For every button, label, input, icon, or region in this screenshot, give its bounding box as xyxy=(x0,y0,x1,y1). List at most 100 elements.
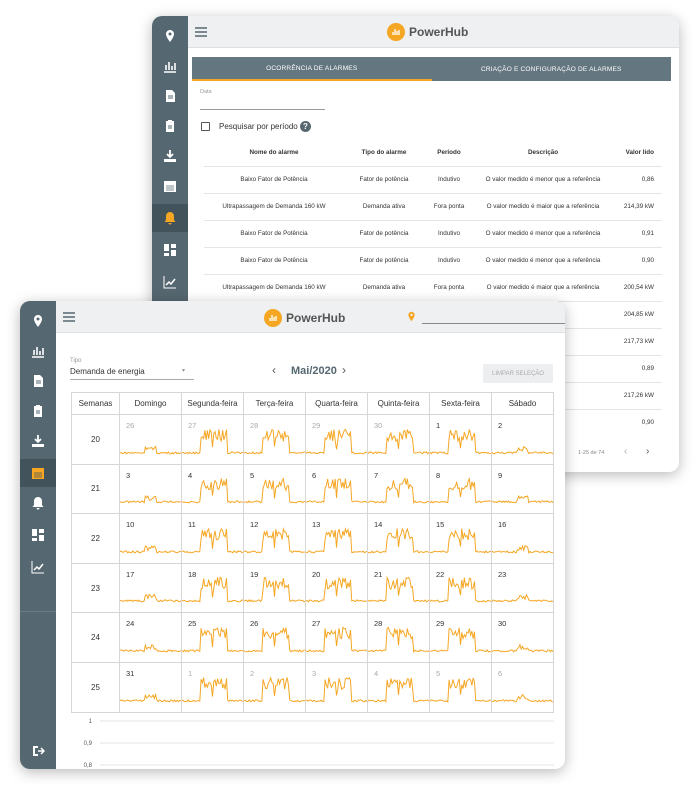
calendar-day-cell[interactable]: 3 xyxy=(119,463,182,515)
period-checkbox[interactable] xyxy=(201,122,210,131)
dashboard-icon[interactable] xyxy=(20,521,56,549)
table-row[interactable]: Ultrapassagem de Demanda 160 kW Demanda a… xyxy=(204,192,662,220)
calendar-day-cell[interactable]: 9 xyxy=(491,463,554,515)
menu-icon[interactable] xyxy=(194,25,208,39)
download-icon[interactable] xyxy=(20,427,56,455)
table-cell: 0,91 xyxy=(612,219,662,247)
powerhub-logo-icon xyxy=(264,309,282,327)
calendar-day-cell[interactable]: 15 xyxy=(429,513,492,564)
calendar-day-cell[interactable]: 1 xyxy=(429,414,492,465)
calendar-icon[interactable] xyxy=(152,172,188,200)
calendar-day-cell[interactable]: 28 xyxy=(243,414,306,465)
calendar-day-cell[interactable]: 6 xyxy=(305,463,368,515)
calendar-day-cell[interactable]: 24 xyxy=(119,612,182,663)
calendar-day-cell[interactable]: 26 xyxy=(243,612,306,663)
calendar-day-cell[interactable]: 27 xyxy=(305,612,368,663)
calendar-day-cell[interactable]: 30 xyxy=(491,612,554,663)
chevron-down-icon[interactable]: ▾ xyxy=(182,367,185,374)
calendar-day-cell[interactable]: 2 xyxy=(243,661,306,713)
demand-sparkline xyxy=(492,593,553,603)
calendar-day-cell[interactable]: 5 xyxy=(429,661,492,713)
document-icon[interactable] xyxy=(152,82,188,110)
calendar-day-cell[interactable]: 29 xyxy=(305,414,368,465)
calendar-day-cell[interactable]: 6 xyxy=(491,661,554,713)
tab-alarm-configuration[interactable]: CRIAÇÃO E CONFIGURAÇÃO DE ALARMES xyxy=(432,57,672,81)
table-cell: Fora ponta xyxy=(424,273,474,301)
bell-icon[interactable] xyxy=(152,204,188,232)
table-row[interactable]: Baixo Fator de Potência Fator de potência… xyxy=(204,165,662,193)
next-page-icon[interactable]: › xyxy=(646,446,649,457)
calendar-day-cell[interactable]: 28 xyxy=(367,612,430,663)
calendar-day-cell[interactable]: 17 xyxy=(119,562,182,614)
date-input[interactable] xyxy=(200,109,325,110)
calendar-day-cell[interactable]: 23 xyxy=(491,562,554,614)
calendar-day-cell[interactable]: 18 xyxy=(181,562,244,614)
calendar-day-cell[interactable]: 26 xyxy=(119,414,182,465)
demand-sparkline xyxy=(430,627,491,653)
demand-sparkline xyxy=(430,677,491,703)
col-alarm-name[interactable]: Nome do alarme xyxy=(204,140,344,166)
bar-chart-icon[interactable] xyxy=(20,337,56,365)
sparkline-path xyxy=(306,478,367,504)
calendar-day-cell[interactable]: 29 xyxy=(429,612,492,663)
col-description[interactable]: Descrição xyxy=(474,140,612,166)
table-row[interactable]: Baixo Fator de Potência Fator de potência… xyxy=(204,246,662,274)
calendar-day-cell[interactable]: 13 xyxy=(305,513,368,564)
col-alarm-type[interactable]: Tipo do alarme xyxy=(344,140,424,166)
dashboard-icon[interactable] xyxy=(152,236,188,264)
trend-chart-icon[interactable] xyxy=(20,553,56,581)
calendar-day-cell[interactable]: 2 xyxy=(491,414,554,465)
clipboard-icon[interactable] xyxy=(152,112,188,140)
prev-month-icon[interactable]: ‹ xyxy=(272,363,276,377)
calendar-day-cell[interactable]: 5 xyxy=(243,463,306,515)
calendar-day-cell[interactable]: 11 xyxy=(181,513,244,564)
menu-icon[interactable] xyxy=(62,310,76,324)
table-row[interactable]: Ultrapassagem de Demanda 160 kW Demanda a… xyxy=(204,273,662,301)
clear-selection-button[interactable]: LIMPAR SELEÇÃO xyxy=(483,364,553,383)
location-pin-icon[interactable] xyxy=(406,310,417,323)
calendar-day-cell[interactable]: 19 xyxy=(243,562,306,614)
clipboard-icon[interactable] xyxy=(20,397,56,425)
calendar-day-cell[interactable]: 3 xyxy=(305,661,368,713)
calendar-day-cell[interactable]: 10 xyxy=(119,513,182,564)
calendar-day-cell[interactable]: 22 xyxy=(429,562,492,614)
top-bar: PowerHub xyxy=(56,301,565,333)
calendar-day-cell[interactable]: 4 xyxy=(181,463,244,515)
col-period[interactable]: Período xyxy=(424,140,474,166)
location-pin-icon[interactable] xyxy=(20,307,56,335)
calendar-day-cell[interactable]: 20 xyxy=(305,562,368,614)
logo: PowerHub xyxy=(264,309,345,327)
trend-chart-icon[interactable] xyxy=(152,268,188,296)
next-month-icon[interactable]: › xyxy=(342,363,346,377)
type-select[interactable]: Demanda de energia xyxy=(70,367,145,376)
calendar-day-cell[interactable]: 16 xyxy=(491,513,554,564)
calendar-day-cell[interactable]: 4 xyxy=(367,661,430,713)
help-icon[interactable]: ? xyxy=(300,121,311,132)
week-number: 24 xyxy=(71,612,120,663)
sparkline-path xyxy=(120,692,181,703)
col-value-read[interactable]: Valor lido xyxy=(612,140,662,166)
calendar-day-cell[interactable]: 14 xyxy=(367,513,430,564)
calendar-day-cell[interactable]: 21 xyxy=(367,562,430,614)
calendar-day-cell[interactable]: 8 xyxy=(429,463,492,515)
calendar-day-cell[interactable]: 30 xyxy=(367,414,430,465)
download-icon[interactable] xyxy=(152,142,188,170)
calendar-icon[interactable] xyxy=(20,459,56,487)
tab-alarm-occurrence[interactable]: OCORRÊNCIA DE ALARMES xyxy=(192,57,432,81)
bell-icon[interactable] xyxy=(20,489,56,517)
sparkline-path xyxy=(368,626,429,654)
demand-sparkline xyxy=(306,577,367,603)
prev-page-icon[interactable]: ‹ xyxy=(624,446,627,457)
calendar-day-cell[interactable]: 1 xyxy=(181,661,244,713)
calendar-day-cell[interactable]: 27 xyxy=(181,414,244,465)
calendar-day-cell[interactable]: 25 xyxy=(181,612,244,663)
calendar-day-cell[interactable]: 31 xyxy=(119,661,182,713)
location-select[interactable] xyxy=(422,323,565,324)
calendar-day-cell[interactable]: 12 xyxy=(243,513,306,564)
calendar-day-cell[interactable]: 7 xyxy=(367,463,430,515)
document-icon[interactable] xyxy=(20,367,56,395)
location-pin-icon[interactable] xyxy=(152,22,188,50)
logout-icon[interactable] xyxy=(20,737,56,765)
table-row[interactable]: Baixo Fator de Potência Fator de potência… xyxy=(204,219,662,247)
bar-chart-icon[interactable] xyxy=(152,52,188,80)
